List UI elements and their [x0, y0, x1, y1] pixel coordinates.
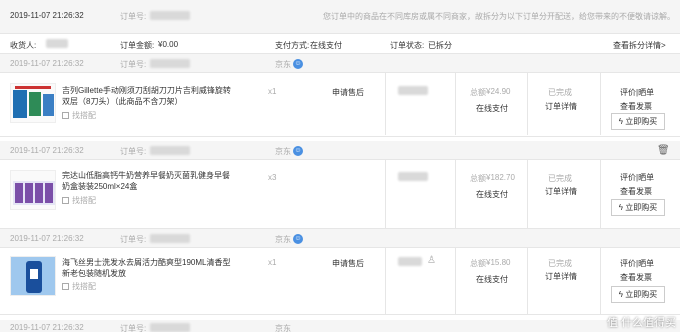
- invoice-link[interactable]: 查看发票: [620, 272, 652, 283]
- buy-again-button[interactable]: ϟ 立即购买: [611, 286, 665, 303]
- order-3-header: [0, 229, 680, 247]
- qty: x1: [268, 258, 277, 267]
- order-3-no-label: 订单号:: [120, 235, 147, 244]
- pay-method: 在线支付: [476, 104, 508, 113]
- buyer-blur: [398, 257, 422, 268]
- order-state: 已完成: [548, 88, 572, 97]
- order-detail-link[interactable]: 订单详情: [545, 271, 577, 282]
- status-label: 订单状态:: [390, 41, 425, 50]
- invoice-link[interactable]: 查看发票: [620, 186, 652, 197]
- order-2-no-label: 订单号:: [120, 147, 147, 156]
- buyer-blur: [398, 172, 428, 183]
- product-name[interactable]: 完达山低脂高钙牛奶营养早餐奶灭菌乳健身早餐奶盒装装250ml×24盒: [62, 170, 232, 192]
- review-link[interactable]: 评价|晒单: [620, 258, 654, 269]
- order-1-date: 2019-11-07 21:26:32: [10, 59, 84, 68]
- total-value: ¥24.90: [486, 87, 511, 96]
- user-icon: ♙: [427, 255, 436, 266]
- order-4-date: 2019-11-07 21:26:32: [10, 323, 84, 332]
- total-label: 总额: [470, 88, 486, 97]
- order-4-header: [0, 320, 680, 332]
- find-similar[interactable]: 找搭配: [62, 281, 96, 292]
- total-label: 总额: [470, 174, 486, 183]
- invoice-link[interactable]: 查看发票: [620, 101, 652, 112]
- total-value: ¥182.70: [486, 173, 515, 182]
- similar-icon: [62, 283, 69, 290]
- chat-icon[interactable]: ☺: [293, 233, 303, 244]
- parent-order-date: 2019-11-07 21:26:32: [10, 11, 84, 20]
- find-similar[interactable]: 找搭配: [62, 195, 96, 206]
- product-name[interactable]: 吉列Gillette手动刚须刀刮胡刀刀片吉利威锋旋转双层（8刀头）（此商品不含刀…: [62, 85, 232, 107]
- chat-icon[interactable]: ☺: [293, 145, 303, 156]
- order-1-shop[interactable]: 京东: [275, 59, 291, 70]
- parent-order-no-blur: [150, 11, 190, 22]
- order-1-no-label: 订单号:: [120, 60, 147, 69]
- similar-icon: [62, 197, 69, 204]
- order-3-shop[interactable]: 京东: [275, 234, 291, 245]
- find-similar[interactable]: 找搭配: [62, 110, 96, 121]
- order-4-shop[interactable]: 京东: [275, 323, 291, 332]
- parent-order-no-label: 订单号:: [120, 12, 147, 21]
- order-state: 已完成: [548, 259, 572, 268]
- buy-again-button[interactable]: ϟ 立即购买: [611, 113, 665, 130]
- order-2-shop[interactable]: 京东: [275, 146, 291, 157]
- pay-method: 在线支付: [476, 190, 508, 199]
- total-label: 总额: [470, 259, 486, 268]
- product-image[interactable]: [10, 256, 56, 296]
- qty: x3: [268, 173, 277, 182]
- product-image[interactable]: [10, 83, 56, 123]
- view-split-link[interactable]: 查看拆分详情>: [613, 40, 666, 51]
- total-value: ¥15.80: [486, 258, 511, 267]
- order-3-date: 2019-11-07 21:26:32: [10, 234, 84, 243]
- status-value: 已拆分: [428, 41, 452, 50]
- split-notice: 您订单中的商品在不同库房或属不同商家，故拆分为以下订单分开配送，给您带来的不便敬…: [323, 12, 675, 21]
- order-1-header: [0, 54, 680, 72]
- product-name[interactable]: 海飞丝男士洗发水去屑活力酷爽型190ML清香型 新老包装随机发放: [62, 257, 232, 279]
- order-2-no-blur: [150, 146, 190, 157]
- order-2-date: 2019-11-07 21:26:32: [10, 146, 84, 155]
- pay-method: 在线支付: [476, 275, 508, 284]
- payment-label: 支付方式:: [275, 41, 310, 50]
- review-link[interactable]: 评价|晒单: [620, 87, 654, 98]
- buyer-blur: [398, 86, 428, 97]
- chat-icon[interactable]: ☺: [293, 58, 303, 69]
- after-sale-link[interactable]: 申请售后: [332, 87, 364, 98]
- order-2-header: [0, 141, 680, 159]
- product-image[interactable]: [10, 170, 56, 210]
- review-link[interactable]: 评价|晒单: [620, 172, 654, 183]
- order-3-no-blur: [150, 234, 190, 245]
- payment-value: 在线支付: [310, 41, 342, 50]
- order-detail-link[interactable]: 订单详情: [545, 101, 577, 112]
- after-sale-link[interactable]: 申请售后: [332, 258, 364, 269]
- order-detail-link[interactable]: 订单详情: [545, 186, 577, 197]
- order-4-no-blur: [150, 323, 190, 332]
- order-1-no-blur: [150, 59, 190, 70]
- order-state: 已完成: [548, 174, 572, 183]
- qty: x1: [268, 87, 277, 96]
- buy-again-button[interactable]: ϟ 立即购买: [611, 199, 665, 216]
- watermark: 值 什么值得买: [606, 317, 676, 329]
- similar-icon: [62, 112, 69, 119]
- amount-value: ¥0.00: [158, 40, 179, 49]
- trash-icon[interactable]: 🗑: [657, 145, 670, 156]
- receiver-blur: [46, 39, 68, 50]
- amount-label: 订单金额:: [120, 41, 155, 50]
- order-4-no-label: 订单号:: [120, 324, 147, 332]
- receiver-label: 收货人:: [10, 41, 37, 50]
